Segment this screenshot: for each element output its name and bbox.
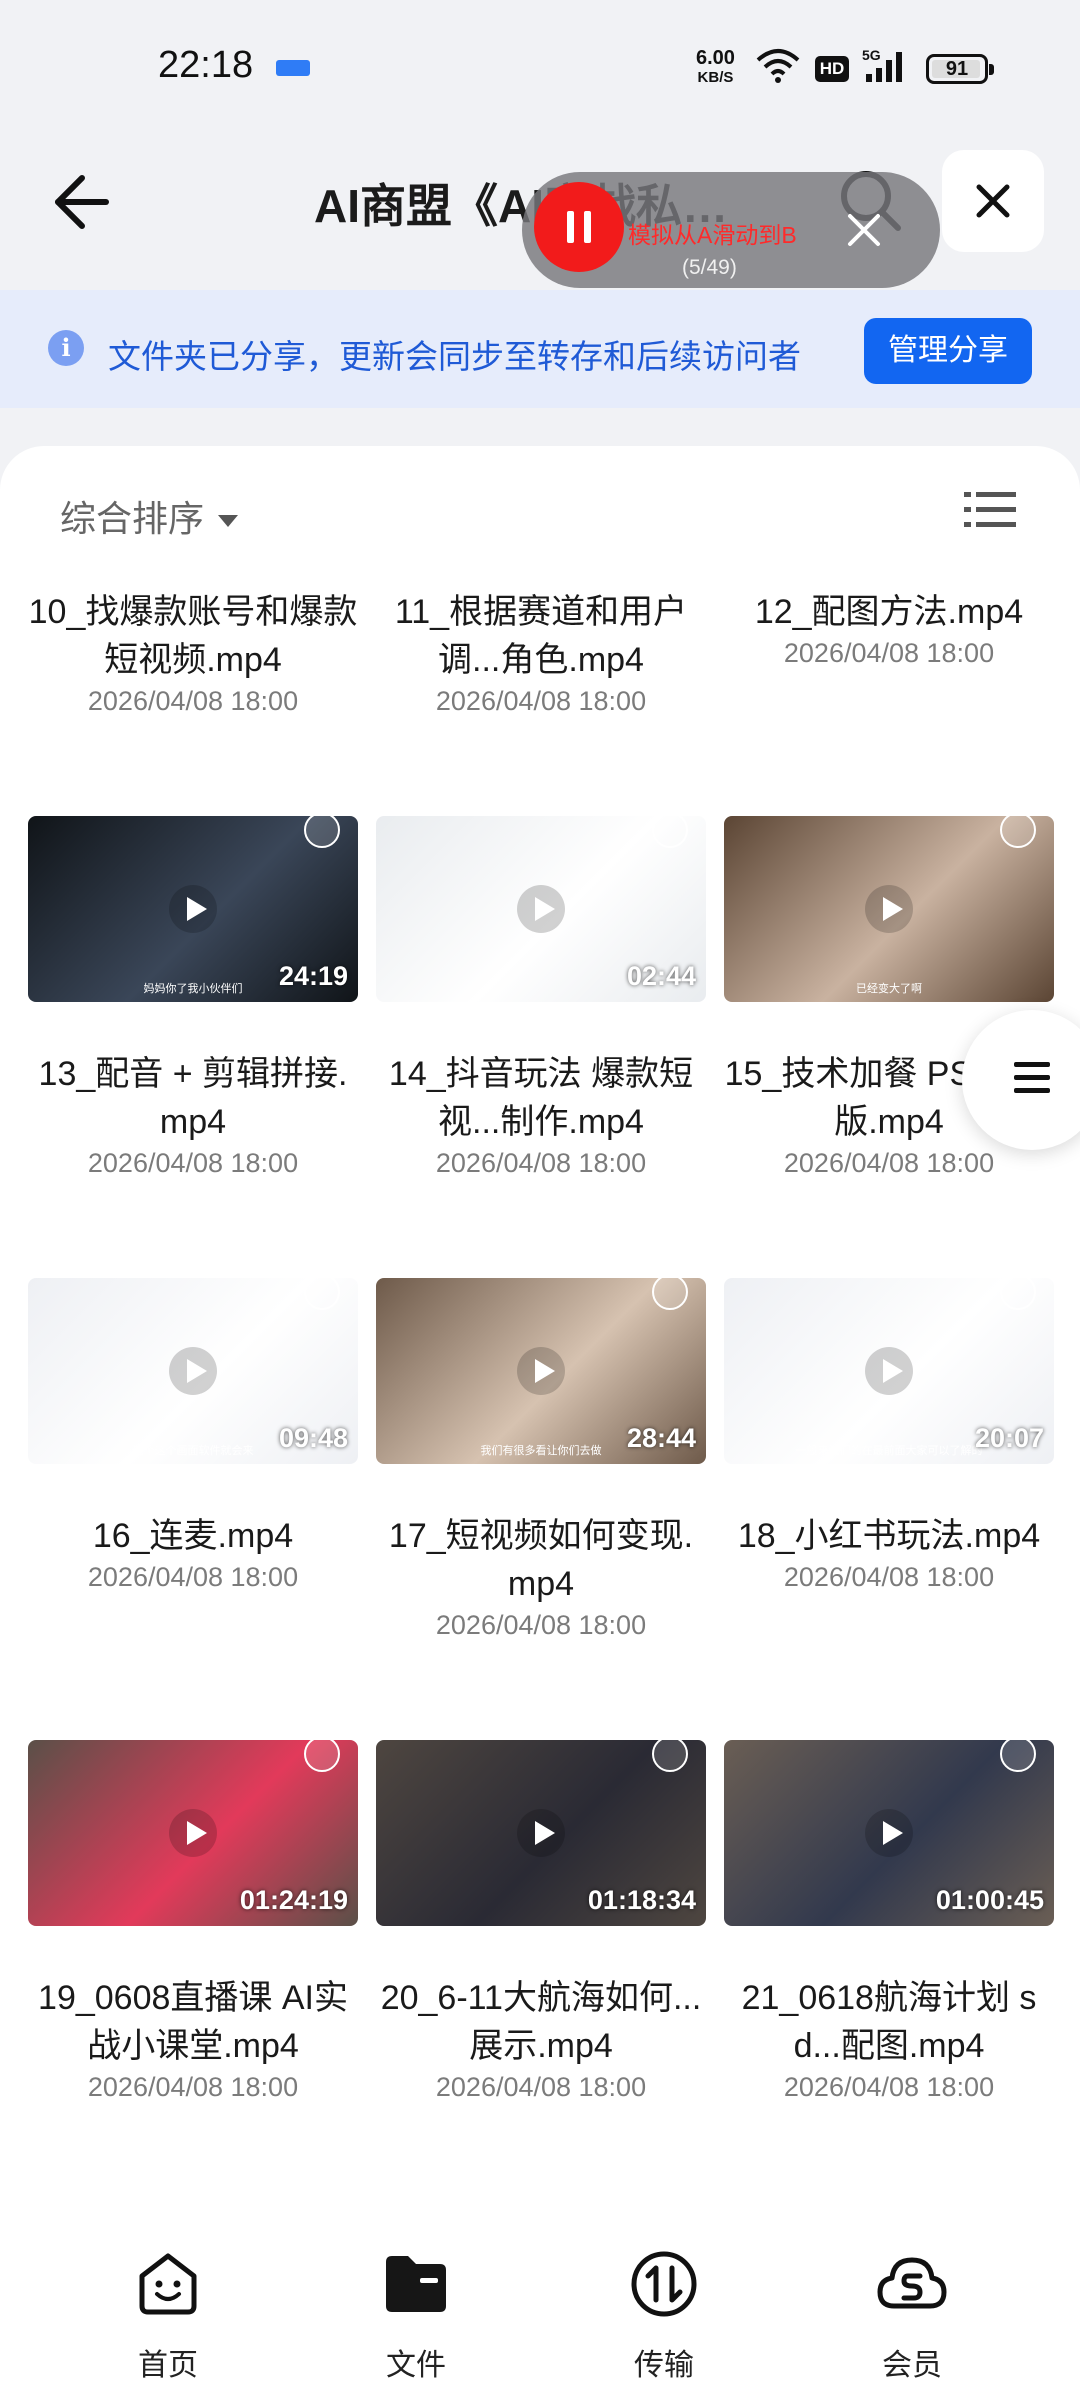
play-icon	[517, 1347, 565, 1395]
file-date: 2026/04/08 18:00	[435, 2072, 647, 2102]
select-checkbox[interactable]	[304, 816, 340, 848]
video-duration: 28:44	[626, 1423, 696, 1453]
file-name: 11_根据赛道和用户调...角色.mp4	[394, 593, 688, 679]
pause-button[interactable]	[534, 182, 624, 272]
net-speed-unit: KB/S	[697, 69, 734, 86]
automation-overlay: 模拟从A滑动到B (5/49)	[522, 172, 940, 288]
file-panel: 综合排序 每一个可以都可以落地07:4310_找爆款账号和爆款短视频.mp420…	[0, 446, 1080, 2246]
video-thumbnail[interactable]: 01:18:34	[376, 1740, 706, 1926]
play-icon	[517, 885, 565, 933]
nav-home-label: 首页	[138, 2349, 198, 2382]
info-icon: i	[48, 330, 84, 366]
video-duration: 20:07	[974, 1423, 1044, 1453]
file-name: 16_连麦.mp4	[92, 1517, 294, 1555]
file-name: 19_0608直播课 AI实战小课堂.mp4	[38, 1979, 348, 2065]
hd-badge: HD	[815, 56, 849, 82]
nav-files-label: 文件	[386, 2349, 446, 2382]
caret-down-icon	[218, 515, 239, 528]
video-duration: 01:00:45	[935, 1885, 1044, 1915]
file-date: 2026/04/08 18:00	[435, 1148, 647, 1178]
video-duration: 01:24:19	[239, 1885, 348, 1915]
back-arrow-icon[interactable]	[48, 170, 112, 234]
file-date: 2026/04/08 18:00	[783, 1148, 995, 1178]
file-date: 2026/04/08 18:00	[783, 1562, 995, 1592]
file-name: 10_找爆款账号和爆款短视频.mp4	[28, 593, 358, 679]
select-checkbox[interactable]	[304, 1278, 340, 1310]
video-duration: 09:48	[278, 1423, 348, 1453]
battery-icon: 91	[926, 54, 994, 84]
status-time: 22:18	[158, 44, 254, 86]
home-face-icon	[139, 2253, 197, 2315]
video-thumbnail[interactable]: 我们有很多看让你们去做 28:44	[376, 1278, 706, 1464]
file-date: 2026/04/08 18:00	[87, 1148, 299, 1178]
file-date: 2026/04/08 18:00	[87, 1562, 299, 1592]
nav-vip-label: 会员	[882, 2349, 942, 2382]
net-speed-value: 6.00	[696, 47, 735, 69]
file-date: 2026/04/08 18:00	[87, 2072, 299, 2102]
select-checkbox[interactable]	[652, 816, 688, 848]
video-thumbnail[interactable]: 这个这个画面软件就会来 09:48	[28, 1278, 358, 1464]
video-thumbnail[interactable]: 02:44	[376, 816, 706, 1002]
status-bar: 22:18 6.00 KB/S HD 5G 91	[0, 0, 1080, 140]
file-date: 2026/04/08 18:00	[435, 686, 647, 716]
select-checkbox[interactable]	[1000, 1740, 1036, 1772]
sort-label: 综合排序	[60, 498, 205, 539]
video-thumbnail[interactable]: 01:00:45	[724, 1740, 1054, 1926]
select-checkbox[interactable]	[304, 1740, 340, 1772]
menu-icon	[1014, 1062, 1050, 1093]
video-thumbnail[interactable]: 妈妈你了我小伙伴们 24:19	[28, 816, 358, 1002]
play-icon	[865, 885, 913, 933]
file-name: 13_配音 + 剪辑拼接.mp4	[38, 1055, 348, 1141]
automation-message: 模拟从A滑动到B	[628, 222, 797, 248]
video-thumbnail[interactable]: 一般来说们的在最前面大家可以了解的 20:07	[724, 1278, 1054, 1464]
share-banner-text: 文件夹已分享，更新会同步至转存和后续访问者	[108, 338, 801, 375]
transfer-icon	[631, 2251, 697, 2317]
manage-share-button[interactable]: 管理分享	[864, 318, 1032, 384]
video-duration: 02:44	[626, 961, 696, 991]
network-speed: 6.00 KB/S	[696, 48, 735, 88]
vip-cloud-icon	[877, 2257, 947, 2309]
file-date: 2026/04/08 18:00	[87, 686, 299, 716]
file-grid: 每一个可以都可以落地07:4310_找爆款账号和爆款短视频.mp42026/04…	[0, 576, 1080, 2126]
overlay-close-icon[interactable]	[844, 210, 884, 250]
automation-progress: (5/49)	[682, 256, 737, 279]
screen-record-icon	[276, 60, 310, 76]
play-icon	[865, 1809, 913, 1857]
file-name: 20_6-11大航海如何...展示.mp4	[380, 1979, 702, 2065]
file-name: 18_小红书玩法.mp4	[737, 1517, 1041, 1555]
play-icon	[169, 1347, 217, 1395]
select-checkbox[interactable]	[1000, 1278, 1036, 1310]
nav-transfer-label: 传输	[634, 2349, 694, 2382]
file-date: 2026/04/08 18:00	[783, 638, 995, 668]
play-icon	[865, 1347, 913, 1395]
sort-dropdown[interactable]: 综合排序	[60, 490, 239, 542]
close-button[interactable]	[942, 150, 1044, 252]
video-duration: 24:19	[278, 961, 348, 991]
list-view-icon[interactable]	[964, 488, 1016, 537]
video-thumbnail[interactable]: 已经变大了啊	[724, 816, 1054, 1002]
file-name: 14_抖音玩法 爆款短视...制作.mp4	[388, 1055, 694, 1141]
file-date: 2026/04/08 18:00	[783, 2072, 995, 2102]
play-icon	[169, 885, 217, 933]
share-banner: i 文件夹已分享，更新会同步至转存和后续访问者 管理分享	[0, 290, 1080, 408]
cellular-signal-icon: 5G	[862, 47, 902, 82]
video-caption: 已经变大了啊	[856, 983, 922, 995]
select-checkbox[interactable]	[652, 1278, 688, 1310]
file-name: 12_配图方法.mp4	[754, 593, 1024, 631]
video-thumbnail[interactable]: 01:24:19	[28, 1740, 358, 1926]
select-checkbox[interactable]	[1000, 816, 1036, 848]
wifi-icon	[756, 49, 800, 83]
bottom-navigation: 首页 文件 传输 会员	[0, 2220, 1080, 2400]
select-checkbox[interactable]	[652, 1740, 688, 1772]
file-name: 21_0618航海计划 sd...配图.mp4	[741, 1979, 1037, 2065]
folder-icon	[386, 2256, 446, 2312]
network-type: 5G	[862, 47, 881, 63]
video-duration: 01:18:34	[587, 1885, 696, 1915]
file-date: 2026/04/08 18:00	[435, 1610, 647, 1640]
battery-level: 91	[945, 58, 969, 80]
file-name: 17_短视频如何变现.mp4	[388, 1517, 694, 1603]
close-icon	[976, 184, 1010, 218]
play-icon	[169, 1809, 217, 1857]
play-icon	[517, 1809, 565, 1857]
